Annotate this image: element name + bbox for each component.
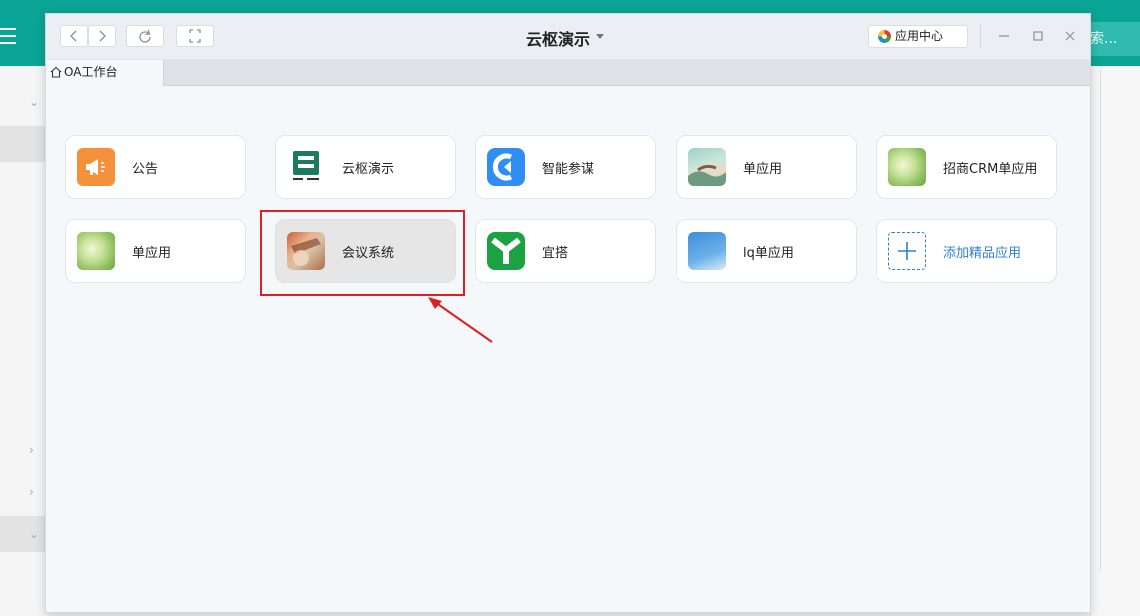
forward-button[interactable]: [88, 25, 116, 47]
app-tile-single-app[interactable]: 单应用: [676, 135, 857, 199]
sidebar-item[interactable]: ⌄: [0, 84, 45, 120]
app-tile-announcement[interactable]: 公告: [65, 135, 246, 199]
close-icon: [1065, 31, 1075, 41]
background-scrollbar[interactable]: [1100, 70, 1140, 570]
sidebar-item[interactable]: ›: [0, 432, 45, 468]
add-premium-app-label: 添加精品应用: [943, 246, 1022, 261]
app-tile-label: 智能参谋: [542, 162, 595, 177]
app-tile-label: 招商CRM单应用: [943, 162, 1038, 177]
landscape-photo-icon: [688, 148, 726, 186]
background-search-input[interactable]: 索...: [1086, 22, 1140, 56]
plus-icon: [888, 232, 926, 270]
hamburger-menu-icon[interactable]: [0, 28, 20, 46]
minimize-icon: [999, 35, 1009, 37]
add-premium-app-button[interactable]: 添加精品应用: [876, 219, 1057, 283]
app-tile-label: 单应用: [743, 162, 783, 177]
chevron-right-icon: ›: [29, 443, 34, 457]
app-tile-yunshu-demo[interactable]: 云枢演示: [275, 135, 456, 199]
app-tile-label: lq单应用: [743, 246, 794, 261]
chevron-down-icon: ⌄: [29, 527, 40, 541]
tab-oa-workbench[interactable]: OA工作台: [46, 60, 164, 86]
window-title[interactable]: 云枢演示: [526, 26, 590, 50]
sidebar-item[interactable]: ⌄: [0, 516, 45, 552]
back-button[interactable]: [60, 25, 88, 47]
maximize-icon: [1033, 31, 1043, 41]
chevron-down-icon: ⌄: [29, 95, 40, 109]
app-center-label: 应用中心: [895, 29, 944, 43]
minimize-button[interactable]: [994, 26, 1014, 46]
caret-down-icon[interactable]: [596, 34, 604, 39]
sidebar-item[interactable]: ›: [0, 474, 45, 510]
background-sidebar: ⌄ › › ⌄: [0, 66, 45, 616]
yida-logo-icon: [487, 232, 525, 270]
refresh-button[interactable]: [126, 25, 164, 47]
maximize-button[interactable]: [1028, 26, 1048, 46]
app-tile-label: 宜搭: [542, 246, 569, 261]
sidebar-item-active[interactable]: [0, 126, 45, 162]
app-tile-crm-single-app[interactable]: 招商CRM单应用: [876, 135, 1057, 199]
app-tile-label: 单应用: [132, 246, 172, 261]
annotation-arrow-icon: [428, 297, 493, 343]
app-tile-label: 公告: [132, 162, 159, 177]
app-tile-label: 云枢演示: [342, 162, 395, 177]
fullscreen-icon: [189, 29, 201, 43]
app-tile-lq-single-app[interactable]: lq单应用: [676, 219, 857, 283]
app-tile-single-app[interactable]: 单应用: [65, 219, 246, 283]
fullscreen-button[interactable]: [176, 25, 214, 47]
app-center-icon: [878, 30, 891, 43]
app-window: 云枢演示 应用中心 OA工作台 公告 云枢演示 智能参谋 单应用 招商CRM单应…: [45, 13, 1091, 613]
app-center-button[interactable]: 应用中心: [868, 25, 968, 48]
leaf-photo-icon: [77, 232, 115, 270]
titlebar-divider: [980, 24, 981, 48]
tab-label: OA工作台: [64, 65, 118, 79]
app-tile-yida[interactable]: 宜搭: [475, 219, 656, 283]
close-button[interactable]: [1060, 26, 1080, 46]
chevron-left-icon: [70, 30, 77, 42]
yunshu-logo-icon: [287, 148, 325, 186]
sky-photo-icon: [688, 232, 726, 270]
highlight-box: [260, 210, 465, 296]
tab-bar: OA工作台: [46, 60, 1090, 86]
chevron-right-icon: ›: [29, 485, 34, 499]
refresh-icon: [139, 29, 151, 43]
home-icon: [50, 66, 62, 78]
announcement-icon: [77, 148, 115, 186]
leaf-photo-icon: [888, 148, 926, 186]
window-titlebar: 云枢演示 应用中心: [46, 14, 1090, 60]
chevron-right-icon: [99, 30, 106, 42]
smart-advisor-icon: [487, 148, 525, 186]
app-tile-smart-advisor[interactable]: 智能参谋: [475, 135, 656, 199]
